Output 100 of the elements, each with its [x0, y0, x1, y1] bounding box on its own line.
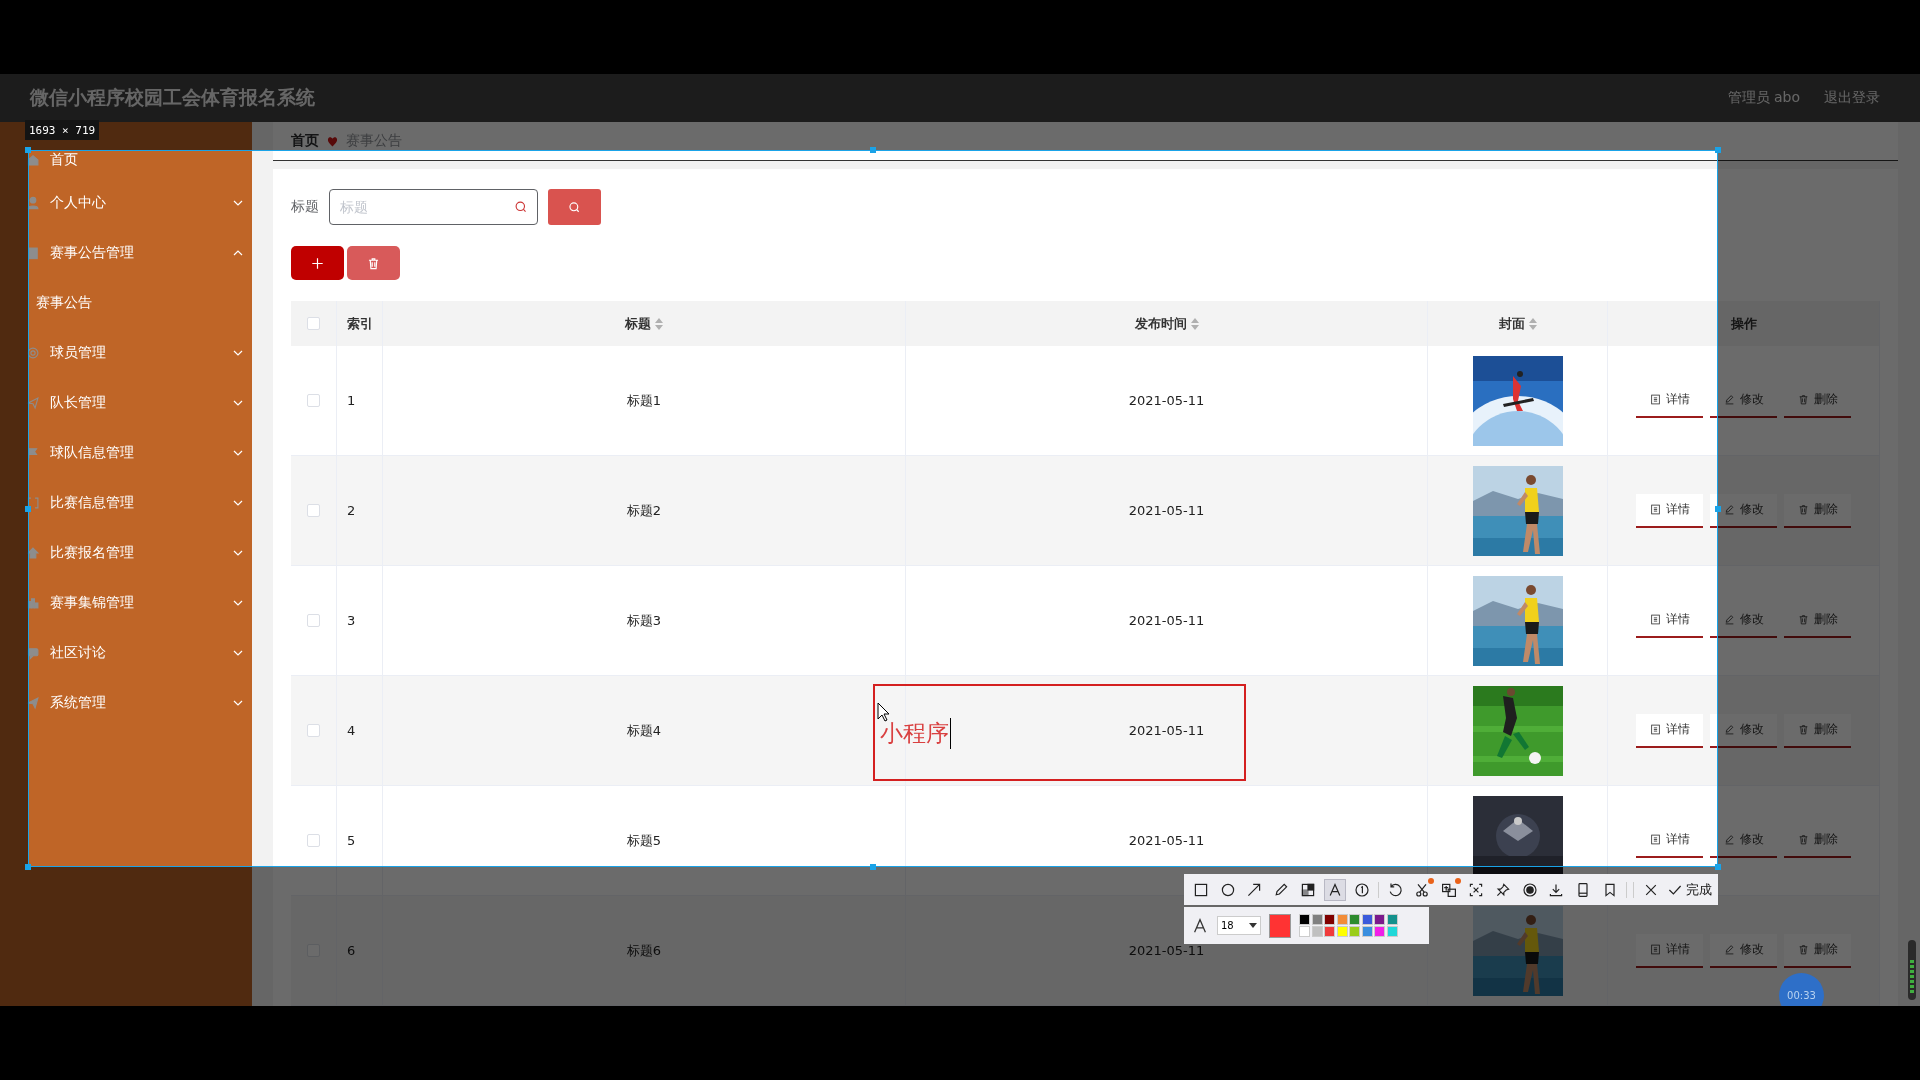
color-swatch[interactable]: [1349, 926, 1360, 938]
sidebar-item[interactable]: 个人中心: [0, 178, 252, 228]
done-button[interactable]: 完成: [1667, 880, 1712, 899]
row-checkbox[interactable]: [307, 504, 320, 517]
column-header: 操作: [1730, 314, 1757, 333]
resize-handle[interactable]: [1715, 864, 1721, 870]
color-swatch[interactable]: [1299, 926, 1310, 938]
selection-size-label: 1693 × 719: [25, 120, 100, 140]
trash-icon: [367, 256, 380, 270]
column-header[interactable]: 封面: [1498, 314, 1525, 333]
menu-icon: [26, 196, 40, 210]
color-swatch[interactable]: [1361, 913, 1373, 925]
row-checkbox[interactable]: [307, 724, 320, 737]
search-field[interactable]: 标题: [329, 189, 538, 225]
color-swatch[interactable]: [1311, 926, 1323, 938]
search-icon: [514, 200, 528, 214]
detail-button[interactable]: 详情: [1636, 493, 1703, 528]
edit-button[interactable]: 修改: [1710, 713, 1777, 748]
color-swatch[interactable]: [1386, 926, 1398, 938]
sidebar-item[interactable]: 队长管理: [0, 378, 252, 428]
resize-handle[interactable]: [1715, 505, 1721, 512]
sidebar-item[interactable]: 比赛信息管理: [0, 478, 252, 528]
caret-icon: [1249, 923, 1257, 928]
row-checkbox[interactable]: [307, 614, 320, 627]
color-swatch[interactable]: [1324, 926, 1335, 938]
resize-handle[interactable]: [870, 147, 876, 153]
sidebar-item[interactable]: 首页: [0, 142, 252, 178]
color-swatch[interactable]: [1299, 913, 1310, 925]
pencil-icon: [1723, 394, 1735, 405]
undo-icon: [1387, 881, 1404, 898]
color-swatch[interactable]: [1386, 913, 1398, 925]
delete-button[interactable]: 删除: [1784, 713, 1851, 748]
sidebar-item[interactable]: 赛事公告管理: [0, 228, 252, 278]
document-icon: [1649, 944, 1661, 955]
annotation-rectangle[interactable]: [873, 684, 1246, 781]
menu-icon: [26, 646, 40, 660]
table-cell: 2021-05-11: [1128, 723, 1205, 738]
font-icon: [1191, 916, 1209, 935]
sidebar-item[interactable]: 比赛报名管理: [0, 528, 252, 578]
menu-icon: [26, 153, 40, 167]
trash-icon: [1797, 394, 1809, 405]
pencil-icon: [1723, 614, 1735, 625]
table-cell: 5: [347, 833, 356, 848]
color-swatch[interactable]: [1349, 913, 1360, 925]
resize-handle[interactable]: [1715, 147, 1721, 153]
breadcrumb-item[interactable]: 首页: [291, 132, 319, 150]
color-swatch[interactable]: [1324, 913, 1335, 925]
sidebar-subitem[interactable]: 赛事公告: [0, 278, 252, 328]
table-cell: 2021-05-11: [1128, 833, 1205, 848]
sidebar-item[interactable]: 球员管理: [0, 328, 252, 378]
detail-button[interactable]: 详情: [1636, 933, 1703, 968]
logout-link[interactable]: 退出登录: [1824, 89, 1880, 107]
sort-icon[interactable]: [1528, 317, 1537, 330]
menu-icon: [26, 696, 40, 710]
edit-button[interactable]: 修改: [1710, 933, 1777, 968]
detail-button[interactable]: 详情: [1636, 713, 1703, 748]
sidebar-item[interactable]: 赛事集锦管理: [0, 578, 252, 628]
delete-button[interactable]: [347, 246, 400, 280]
table-cell: 2021-05-11: [1128, 503, 1205, 518]
column-header[interactable]: 标题: [625, 314, 651, 333]
color-swatch[interactable]: [1361, 926, 1373, 938]
edit-button[interactable]: 修改: [1710, 493, 1777, 528]
color-swatch[interactable]: [1311, 913, 1323, 925]
table-cell: 3: [347, 613, 356, 628]
table-cell: 标题4: [626, 721, 662, 740]
search-button[interactable]: [548, 189, 601, 225]
mouse-cursor-icon: [877, 702, 891, 722]
sidebar-item[interactable]: 系统管理: [0, 678, 252, 728]
table-cell: 标题6: [626, 941, 662, 960]
table-cell: 标题5: [626, 831, 662, 850]
search-label: 标题: [291, 198, 319, 216]
row-checkbox[interactable]: [307, 834, 320, 847]
font-size-dropdown[interactable]: 18: [1217, 916, 1261, 935]
trash-icon: [1797, 724, 1809, 735]
menu-icon: [26, 496, 40, 510]
color-swatch[interactable]: [1336, 913, 1348, 925]
current-color[interactable]: [1269, 913, 1291, 938]
color-swatch[interactable]: [1374, 926, 1385, 938]
resize-handle[interactable]: [25, 864, 31, 870]
sort-icon[interactable]: [655, 317, 663, 330]
sort-icon[interactable]: [1190, 317, 1199, 330]
document-icon: [1649, 394, 1661, 405]
column-header[interactable]: 发布时间: [1134, 314, 1187, 333]
resize-handle[interactable]: [870, 864, 876, 870]
resize-handle[interactable]: [25, 147, 31, 153]
color-swatch[interactable]: [1374, 913, 1385, 925]
trash-icon: [1797, 834, 1809, 845]
sidebar-item[interactable]: 社区讨论: [0, 628, 252, 678]
sidebar-item[interactable]: 球队信息管理: [0, 428, 252, 478]
add-button[interactable]: [291, 246, 344, 280]
delete-button[interactable]: 删除: [1784, 493, 1851, 528]
search-icon: [568, 200, 581, 214]
plus-icon: [311, 256, 324, 270]
menu-icon: [26, 546, 40, 560]
resize-handle[interactable]: [25, 505, 31, 512]
delete-button[interactable]: 删除: [1784, 933, 1851, 968]
row-checkbox[interactable]: [307, 394, 320, 407]
select-all-checkbox[interactable]: [307, 317, 320, 330]
color-swatch[interactable]: [1336, 926, 1348, 938]
text-tool-button[interactable]: [1324, 878, 1346, 901]
